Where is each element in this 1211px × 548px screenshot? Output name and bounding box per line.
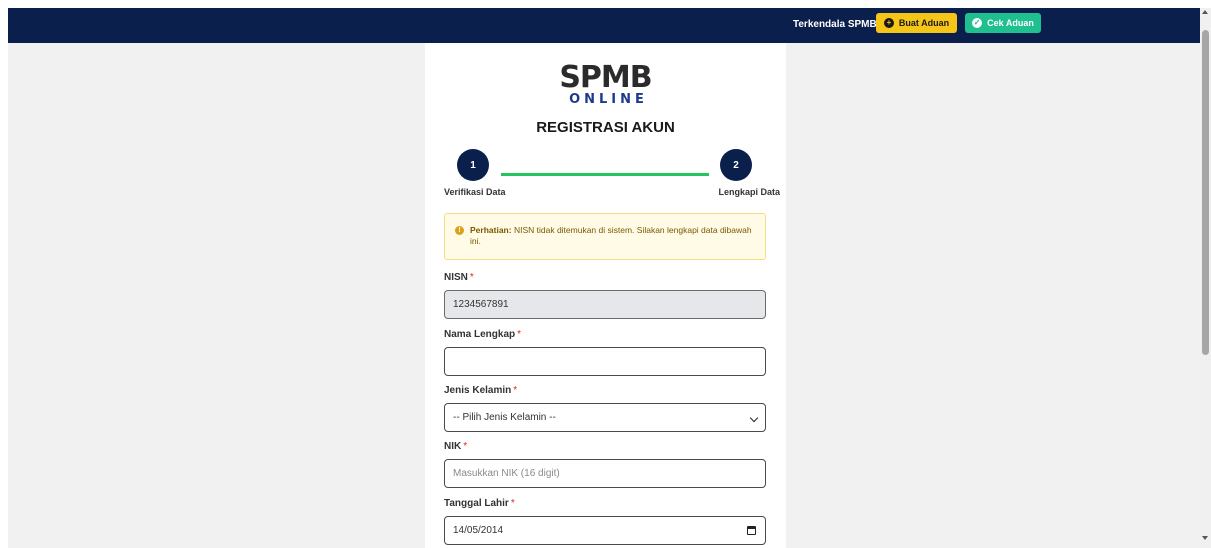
- nik-label: NIK *: [444, 441, 467, 452]
- registration-card: SPMB ONLINE REGISTRASI AKUN 1 2 Verifika…: [425, 43, 786, 548]
- nik-field[interactable]: Masukkan NIK (16 digit): [444, 459, 766, 488]
- jenis-kelamin-selected: -- Pilih Jenis Kelamin --: [453, 412, 556, 423]
- buat-aduan-button[interactable]: + Buat Aduan: [876, 13, 957, 33]
- calendar-icon[interactable]: [747, 526, 756, 535]
- page-title: REGISTRASI AKUN: [536, 119, 675, 136]
- tanggal-lahir-value: 14/05/2014: [453, 525, 504, 536]
- nisn-label-text: NISN: [444, 272, 468, 283]
- stepper-progress-line: [501, 173, 709, 176]
- check-circle-icon: ✓: [972, 18, 983, 28]
- chevron-down-icon: [749, 413, 759, 423]
- nisn-label: NISN *: [444, 272, 474, 283]
- logo-sub-text: ONLINE: [569, 92, 648, 107]
- cek-aduan-button[interactable]: ✓ Cek Aduan: [965, 13, 1041, 33]
- nama-lengkap-label: Nama Lengkap *: [444, 329, 521, 340]
- tanggal-lahir-field[interactable]: 14/05/2014: [444, 516, 766, 545]
- step-2-circle: 2: [720, 149, 752, 181]
- required-asterisk: *: [513, 385, 518, 396]
- top-navbar: Terkendala SPMB ? + Buat Aduan ✓ Cek Adu…: [8, 8, 1200, 43]
- cek-aduan-label: Cek Aduan: [987, 18, 1034, 28]
- tanggal-lahir-label-text: Tanggal Lahir: [444, 498, 509, 509]
- warning-alert: ! Perhatian: NISN tidak ditemukan di sis…: [444, 213, 766, 260]
- required-asterisk: *: [510, 498, 515, 509]
- spmb-logo: SPMB ONLINE: [425, 60, 786, 107]
- scroll-up-arrow-icon[interactable]: [1202, 10, 1208, 14]
- logo-main-text: SPMB: [559, 60, 652, 95]
- nik-label-text: NIK: [444, 441, 462, 452]
- scrollbar-thumb[interactable]: [1202, 30, 1209, 355]
- jenis-kelamin-label: Jenis Kelamin *: [444, 385, 517, 396]
- buat-aduan-label: Buat Aduan: [898, 18, 950, 28]
- step-1-circle: 1: [457, 149, 489, 181]
- plus-circle-icon: +: [883, 18, 894, 28]
- exclamation-circle-icon: !: [455, 226, 464, 235]
- nisn-field[interactable]: 1234567891: [444, 290, 766, 319]
- alert-text: Perhatian: NISN tidak ditemukan di siste…: [470, 225, 760, 247]
- nama-lengkap-field[interactable]: [444, 347, 766, 376]
- nisn-value: 1234567891: [453, 299, 509, 310]
- alert-title: Perhatian:: [470, 225, 512, 235]
- jenis-kelamin-label-text: Jenis Kelamin: [444, 385, 512, 396]
- window-frame-left: [0, 0, 8, 548]
- required-asterisk: *: [469, 272, 474, 283]
- step-2-label: Lengkapi Data: [718, 187, 780, 197]
- scroll-down-arrow-icon[interactable]: [1202, 536, 1208, 540]
- alert-message: NISN tidak ditemukan di sistem. Silakan …: [470, 225, 752, 246]
- nama-label-text: Nama Lengkap: [444, 329, 516, 340]
- required-asterisk: *: [463, 441, 468, 452]
- window-frame-top: [0, 0, 1211, 8]
- tanggal-lahir-label: Tanggal Lahir *: [444, 498, 515, 509]
- page-scrollbar[interactable]: [1200, 8, 1211, 548]
- required-asterisk: *: [517, 329, 522, 340]
- help-label: Terkendala SPMB ?: [793, 19, 886, 30]
- jenis-kelamin-select[interactable]: -- Pilih Jenis Kelamin --: [444, 403, 766, 432]
- nik-placeholder: Masukkan NIK (16 digit): [453, 468, 560, 479]
- step-1-label: Verifikasi Data: [444, 187, 506, 197]
